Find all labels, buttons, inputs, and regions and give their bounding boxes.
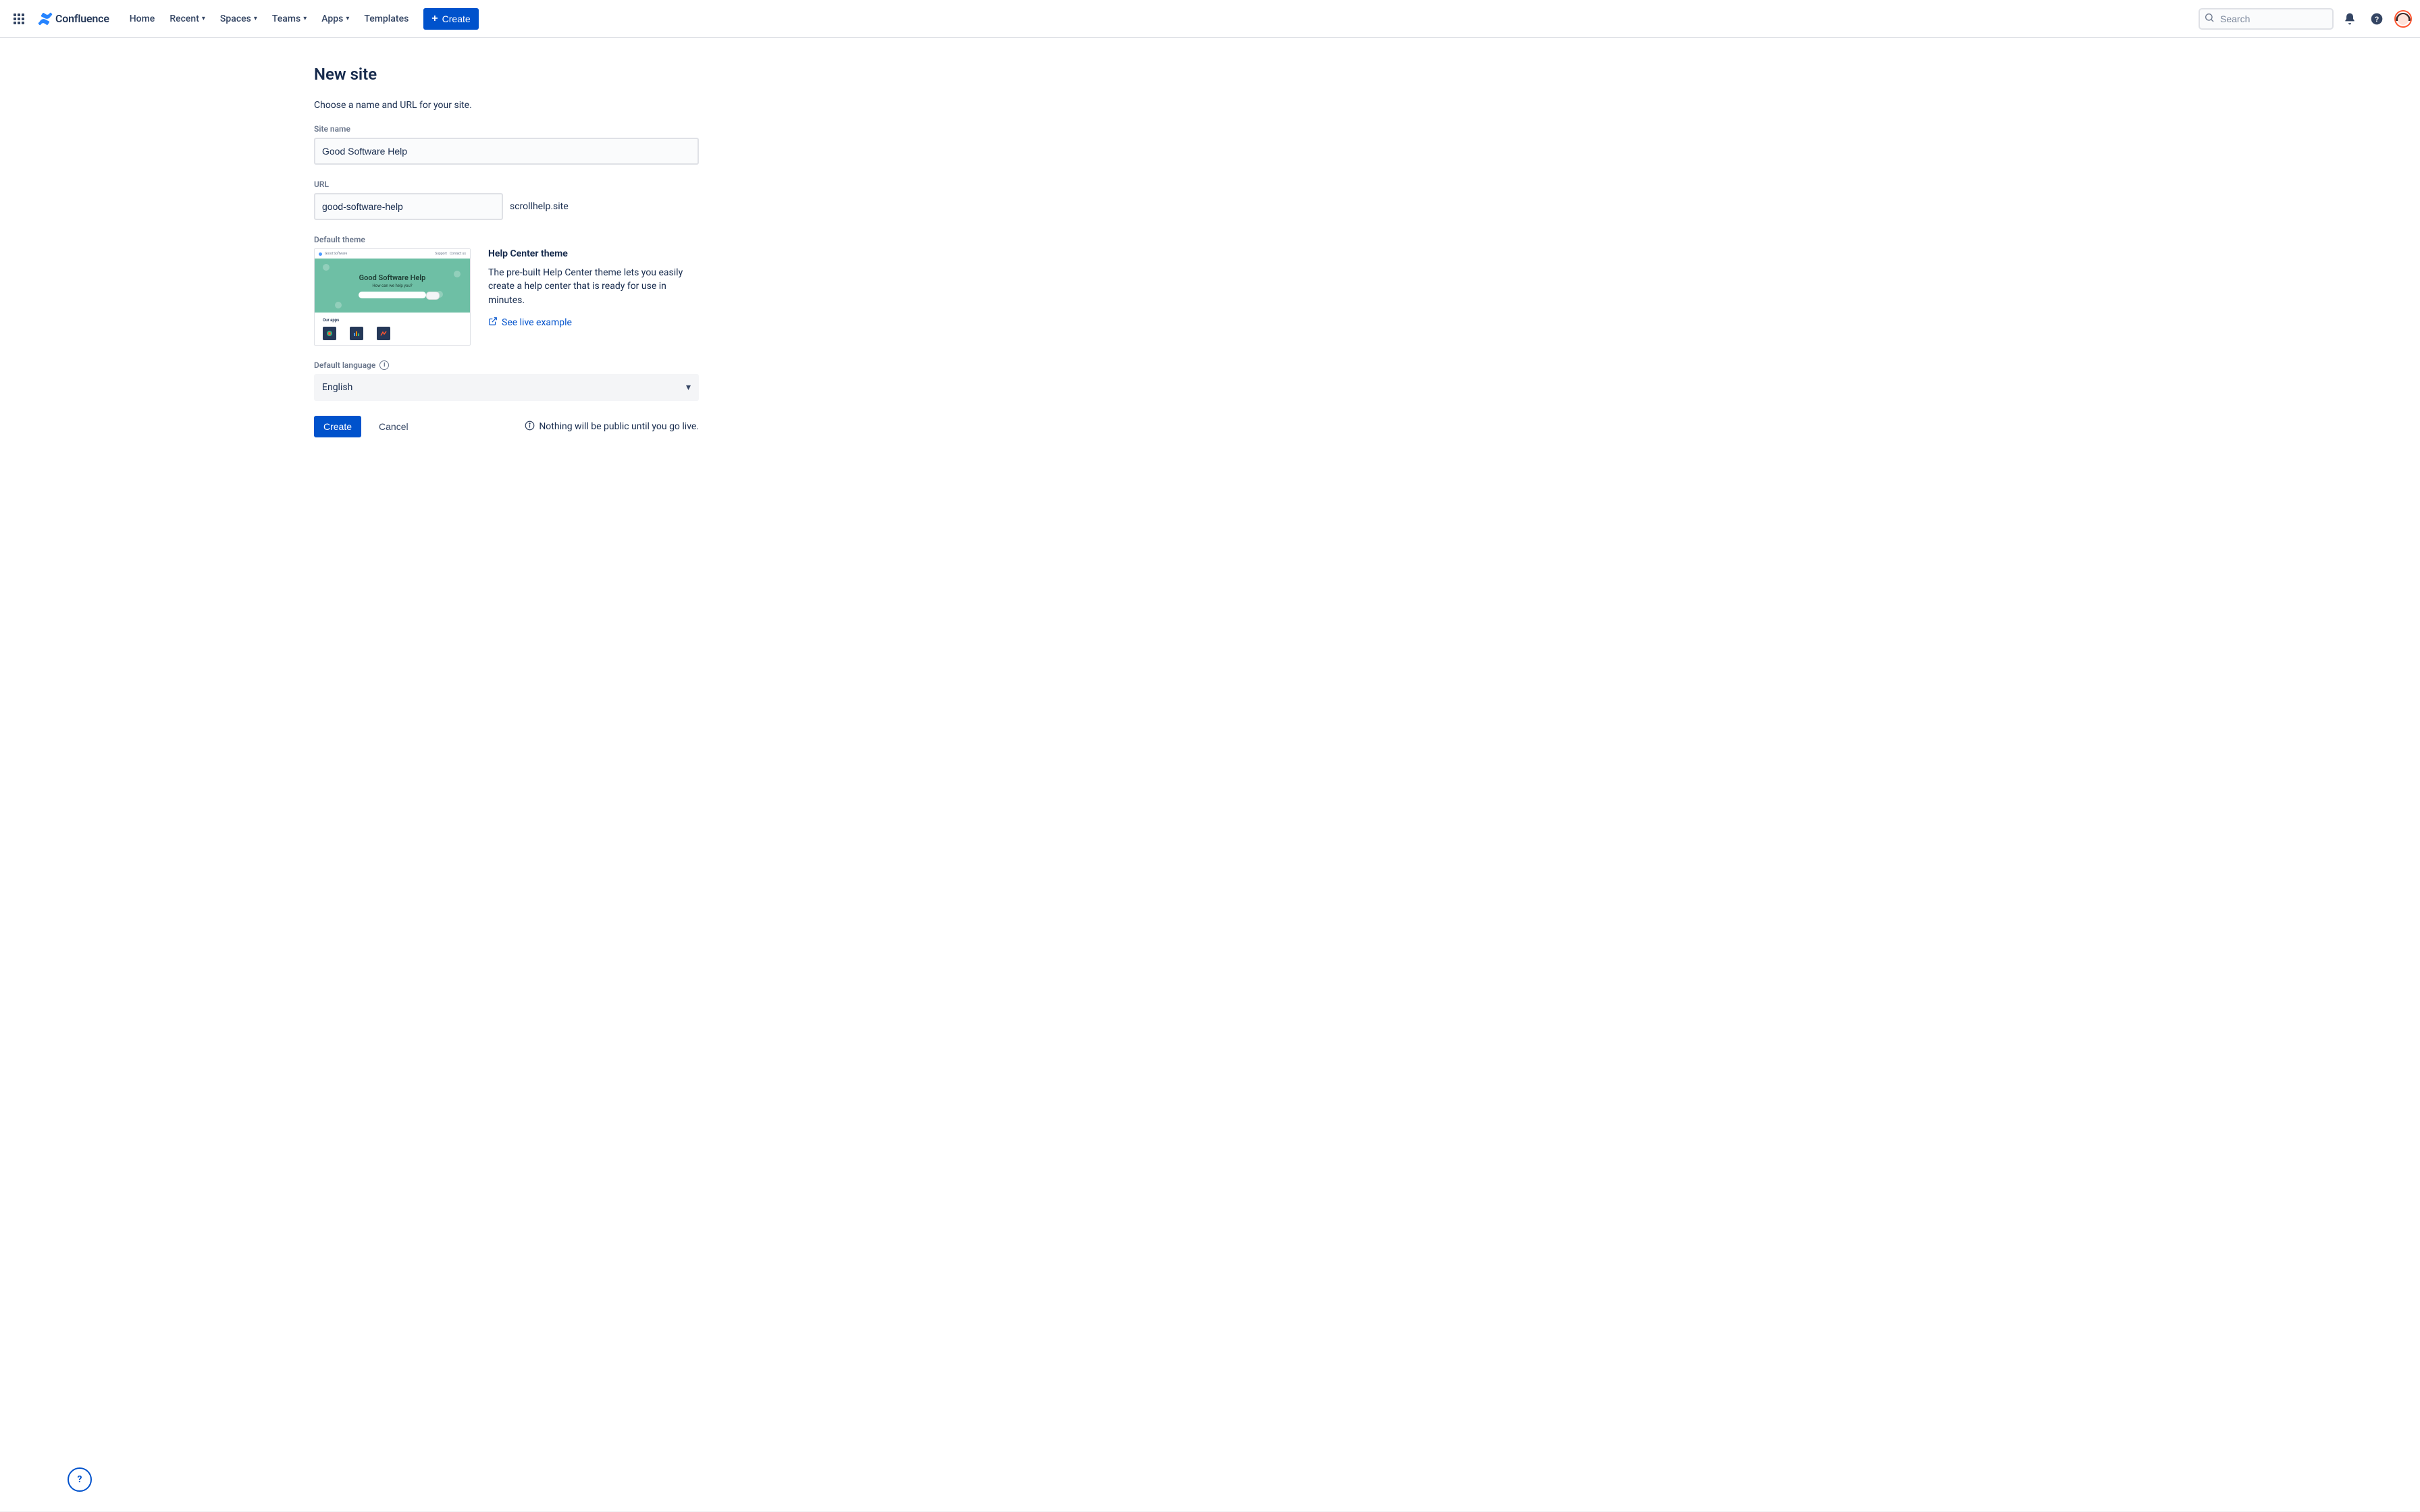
chevron-down-icon: ▾	[254, 15, 257, 22]
chevron-down-icon: ▾	[303, 15, 307, 22]
theme-preview: Good Software Support Contact us Good So…	[314, 248, 471, 346]
language-label: Default language i	[314, 360, 699, 370]
page-title: New site	[314, 65, 699, 84]
global-search[interactable]	[2199, 8, 2334, 30]
search-icon	[2204, 12, 2215, 26]
primary-nav: Home Recent▾ Spaces▾ Teams▾ Apps▾ Templa…	[123, 9, 416, 28]
product-name: Confluence	[55, 12, 109, 25]
chevron-down-icon: ▾	[686, 382, 691, 393]
theme-name: Help Center theme	[488, 248, 699, 259]
language-select[interactable]: English ▾	[314, 374, 699, 401]
help-icon[interactable]: ?	[2366, 8, 2388, 30]
url-input[interactable]	[314, 193, 503, 220]
field-site-name: Site name	[314, 124, 699, 165]
chevron-down-icon: ▾	[202, 15, 205, 22]
theme-desc-text: The pre-built Help Center theme lets you…	[488, 266, 699, 307]
url-suffix: scrollhelp.site	[510, 201, 569, 212]
nav-item-home[interactable]: Home	[123, 9, 162, 28]
floating-help-button[interactable]: ?	[68, 1467, 92, 1492]
notice-text: Nothing will be public until you go live…	[539, 421, 699, 432]
site-name-label: Site name	[314, 124, 699, 134]
site-name-input[interactable]	[314, 138, 699, 165]
cancel-button[interactable]: Cancel	[373, 417, 414, 436]
app-switcher-icon[interactable]	[8, 8, 30, 30]
nav-item-recent[interactable]: Recent▾	[163, 9, 212, 28]
new-site-form: New site Choose a name and URL for your …	[314, 65, 699, 437]
url-label: URL	[314, 180, 699, 189]
field-default-language: Default language i English ▾	[314, 360, 699, 401]
form-actions: Create Cancel Nothing will be public unt…	[314, 416, 699, 437]
field-default-theme: Default theme Good Software Support Cont…	[314, 235, 699, 346]
see-live-example-link[interactable]: See live example	[488, 317, 699, 329]
field-url: URL scrollhelp.site	[314, 180, 699, 220]
theme-label: Default theme	[314, 235, 699, 244]
submit-create-button[interactable]: Create	[314, 416, 361, 437]
nav-item-apps[interactable]: Apps▾	[315, 9, 356, 28]
plus-icon: +	[431, 14, 438, 24]
notifications-icon[interactable]	[2339, 8, 2361, 30]
page-intro: Choose a name and URL for your site.	[314, 100, 699, 111]
see-live-example-label: See live example	[502, 317, 572, 328]
info-icon	[525, 421, 535, 433]
theme-description: Help Center theme The pre-built Help Cen…	[488, 248, 699, 329]
create-button-label: Create	[442, 14, 471, 24]
info-icon[interactable]: i	[379, 360, 389, 370]
chevron-down-icon: ▾	[346, 15, 349, 22]
create-button[interactable]: + Create	[423, 8, 478, 30]
external-link-icon	[488, 317, 498, 329]
nav-item-templates[interactable]: Templates	[357, 9, 415, 28]
nav-item-spaces[interactable]: Spaces▾	[213, 9, 264, 28]
confluence-logo[interactable]: Confluence	[32, 11, 115, 26]
public-notice: Nothing will be public until you go live…	[525, 421, 699, 433]
top-nav: Confluence Home Recent▾ Spaces▾ Teams▾ A…	[0, 0, 2420, 38]
search-input[interactable]	[2199, 8, 2334, 30]
profile-avatar[interactable]	[2394, 10, 2412, 28]
confluence-icon	[38, 11, 53, 26]
nav-item-teams[interactable]: Teams▾	[265, 9, 313, 28]
language-value: English	[322, 382, 352, 393]
svg-text:?: ?	[2375, 16, 2379, 24]
